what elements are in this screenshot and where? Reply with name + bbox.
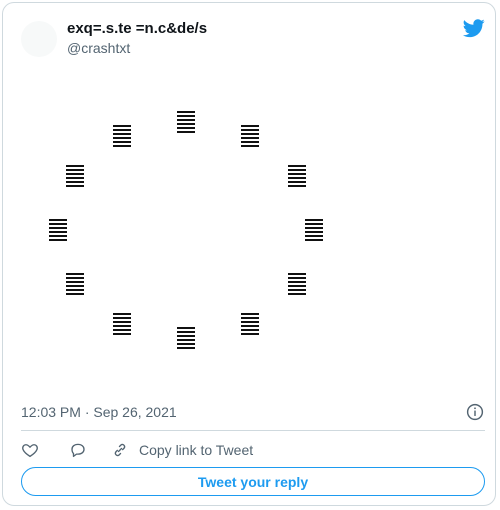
- art-glyph-stroke: [113, 325, 131, 327]
- art-glyph-stroke: [288, 293, 306, 295]
- reply-button[interactable]: [69, 440, 87, 460]
- art-glyph-stroke: [288, 185, 306, 187]
- art-glyph: [177, 111, 195, 135]
- art-glyph-stroke: [66, 181, 84, 183]
- art-glyph-stroke: [288, 285, 306, 287]
- art-glyph: [241, 313, 259, 337]
- art-glyph-stroke: [305, 231, 323, 233]
- art-glyph-stroke: [305, 219, 323, 221]
- art-glyph-stroke: [177, 131, 195, 133]
- art-glyph-stroke: [241, 137, 259, 139]
- art-glyph-stroke: [113, 137, 131, 139]
- art-glyph-stroke: [113, 333, 131, 335]
- art-glyph-stroke: [113, 145, 131, 147]
- art-glyph-stroke: [241, 313, 259, 315]
- art-glyph: [66, 273, 84, 297]
- art-glyph-stroke: [241, 317, 259, 319]
- art-glyph-stroke: [66, 285, 84, 287]
- art-glyph-stroke: [49, 239, 67, 241]
- art-glyph-stroke: [113, 317, 131, 319]
- art-glyph-stroke: [66, 281, 84, 283]
- art-glyph-stroke: [113, 129, 131, 131]
- art-glyph-stroke: [288, 169, 306, 171]
- art-glyph-stroke: [66, 173, 84, 175]
- heart-icon: [22, 444, 38, 458]
- art-glyph-stroke: [113, 313, 131, 315]
- art-glyph-stroke: [241, 125, 259, 127]
- tweet-ascii-art: [3, 3, 500, 393]
- art-glyph-stroke: [241, 141, 259, 143]
- art-glyph-stroke: [241, 329, 259, 331]
- art-glyph-stroke: [66, 277, 84, 279]
- art-glyph-stroke: [113, 329, 131, 331]
- art-glyph-stroke: [177, 127, 195, 129]
- art-glyph-stroke: [288, 277, 306, 279]
- info-icon[interactable]: [466, 403, 484, 421]
- art-glyph-stroke: [288, 181, 306, 183]
- art-glyph-stroke: [177, 343, 195, 345]
- art-glyph-stroke: [241, 145, 259, 147]
- art-glyph-stroke: [113, 125, 131, 127]
- art-glyph-stroke: [288, 289, 306, 291]
- art-glyph-stroke: [66, 293, 84, 295]
- art-glyph-stroke: [49, 219, 67, 221]
- art-glyph-stroke: [66, 185, 84, 187]
- art-glyph-stroke: [66, 169, 84, 171]
- art-glyph-stroke: [241, 129, 259, 131]
- art-glyph-stroke: [49, 231, 67, 233]
- art-glyph-stroke: [177, 335, 195, 337]
- art-glyph-stroke: [288, 281, 306, 283]
- art-glyph-stroke: [305, 227, 323, 229]
- tweet-timestamp[interactable]: 12:03 PM · Sep 26, 2021: [21, 404, 177, 420]
- art-glyph-stroke: [177, 327, 195, 329]
- art-glyph-stroke: [177, 123, 195, 125]
- reply-icon: [71, 443, 85, 458]
- art-glyph-stroke: [305, 223, 323, 225]
- art-glyph-stroke: [241, 325, 259, 327]
- art-glyph-stroke: [305, 239, 323, 241]
- art-glyph-stroke: [113, 133, 131, 135]
- art-glyph: [288, 273, 306, 297]
- art-glyph: [113, 125, 131, 149]
- art-glyph-stroke: [288, 273, 306, 275]
- art-glyph: [66, 165, 84, 189]
- art-glyph-stroke: [305, 235, 323, 237]
- copy-link-button[interactable]: Copy link to Tweet: [111, 440, 253, 460]
- art-glyph-stroke: [66, 165, 84, 167]
- art-glyph-stroke: [49, 235, 67, 237]
- like-button[interactable]: [21, 440, 39, 460]
- tweet-card: exq=.s.te =n.c&de/s @crashtxt 12:03 PM ·…: [2, 2, 496, 506]
- art-glyph-stroke: [66, 177, 84, 179]
- art-glyph-stroke: [241, 133, 259, 135]
- art-glyph-stroke: [49, 223, 67, 225]
- art-glyph-stroke: [113, 141, 131, 143]
- art-glyph-stroke: [177, 339, 195, 341]
- art-glyph-stroke: [66, 273, 84, 275]
- art-glyph-stroke: [288, 177, 306, 179]
- art-glyph: [49, 219, 67, 243]
- art-glyph: [288, 165, 306, 189]
- art-glyph-stroke: [241, 333, 259, 335]
- art-glyph-stroke: [177, 347, 195, 349]
- tweet-your-reply-button[interactable]: Tweet your reply: [21, 467, 485, 496]
- art-glyph-stroke: [49, 227, 67, 229]
- art-glyph: [241, 125, 259, 149]
- art-glyph-stroke: [177, 111, 195, 113]
- copy-link-label: Copy link to Tweet: [139, 442, 254, 458]
- link-icon: [114, 443, 126, 457]
- art-glyph: [113, 313, 131, 337]
- art-glyph-stroke: [113, 321, 131, 323]
- divider: [21, 430, 485, 431]
- art-glyph-stroke: [288, 165, 306, 167]
- art-glyph-stroke: [177, 115, 195, 117]
- art-glyph: [305, 219, 323, 243]
- art-glyph-stroke: [177, 331, 195, 333]
- art-glyph: [177, 327, 195, 351]
- art-glyph-stroke: [241, 321, 259, 323]
- art-glyph-stroke: [66, 289, 84, 291]
- art-glyph-stroke: [177, 119, 195, 121]
- art-glyph-stroke: [288, 173, 306, 175]
